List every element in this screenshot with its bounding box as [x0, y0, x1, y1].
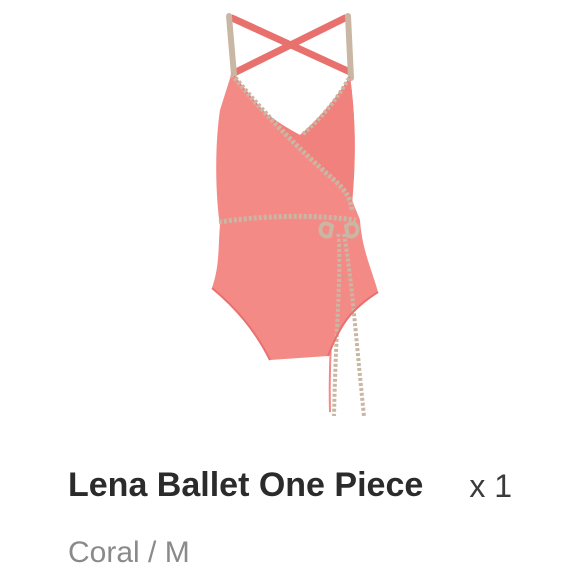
- order-item-card: Lena Ballet One Piece x 1 Coral / M: [0, 0, 580, 580]
- product-image[interactable]: [0, 0, 580, 440]
- variant-label: Coral / M: [68, 536, 190, 569]
- product-title[interactable]: Lena Ballet One Piece: [68, 466, 423, 505]
- swimsuit-image: [211, 13, 379, 417]
- quantity-label: x 1: [469, 468, 512, 504]
